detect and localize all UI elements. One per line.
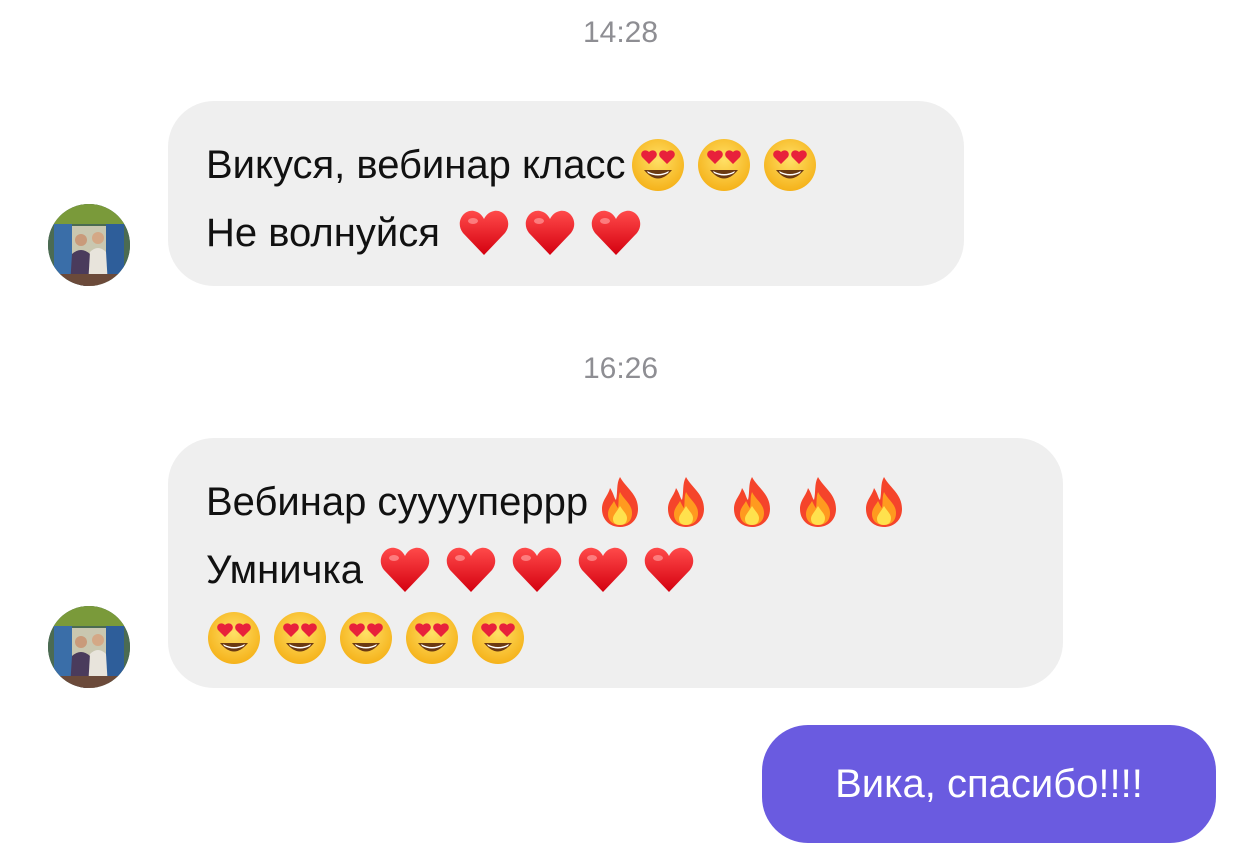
fire-emoji-icon [790,474,846,530]
fire-emoji-icon [724,474,780,530]
fire-emoji-icon [592,474,648,530]
message-line: Не волнуйся [206,199,924,267]
message-line: Вебинар сууууперрр [206,468,1023,536]
avatar[interactable] [48,204,130,286]
red-heart-emoji-icon [588,205,644,261]
red-heart-emoji-icon [456,205,512,261]
contact-photo [48,204,130,286]
red-heart-emoji-icon [641,542,697,598]
message-line: Умничка [206,536,1023,604]
fire-emoji-icon [658,474,714,530]
outgoing-message-bubble[interactable]: Вика, спасибо!!!! [762,725,1216,843]
heart-eyes-emoji-icon [338,610,394,666]
message-text: Умничка [206,547,364,592]
message-text: Вебинар сууууперрр [206,479,589,524]
heart-eyes-emoji-icon [404,610,460,666]
heart-eyes-emoji-icon [762,137,818,193]
incoming-message-bubble[interactable]: Викуся, вебинар класс Не волнуйся [168,101,964,286]
avatar[interactable] [48,606,130,688]
incoming-message-bubble[interactable]: Вебинар сууууперрр Умничка [168,438,1063,688]
timestamp: 16:26 [582,352,659,385]
message-text: Вика, спасибо!!!! [835,761,1143,806]
heart-eyes-emoji-icon [470,610,526,666]
heart-eyes-emoji-icon [272,610,328,666]
heart-eyes-emoji-icon [630,137,686,193]
heart-eyes-emoji-icon [696,137,752,193]
message-line [206,604,1023,672]
message-text: Не волнуйся [206,210,440,255]
message-text: Викуся, вебинар класс [206,142,626,187]
fire-emoji-icon [856,474,912,530]
red-heart-emoji-icon [443,542,499,598]
red-heart-emoji-icon [575,542,631,598]
contact-photo [48,606,130,688]
red-heart-emoji-icon [509,542,565,598]
red-heart-emoji-icon [522,205,578,261]
message-line: Викуся, вебинар класс [206,131,924,199]
heart-eyes-emoji-icon [206,610,262,666]
red-heart-emoji-icon [377,542,433,598]
timestamp: 14:28 [582,16,659,49]
